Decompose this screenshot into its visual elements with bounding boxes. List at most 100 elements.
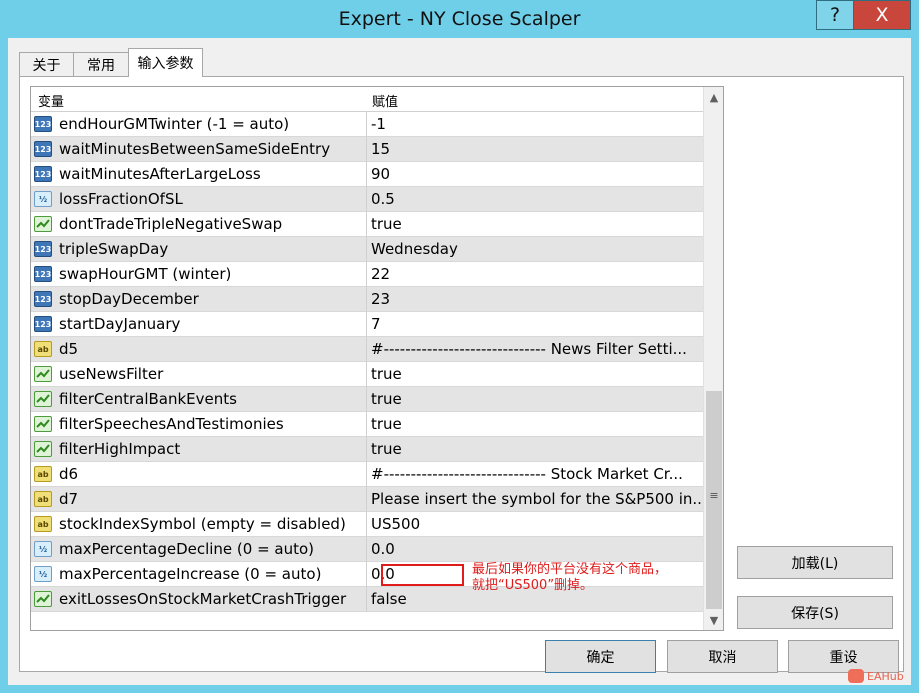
- close-button[interactable]: X: [853, 0, 911, 30]
- column-divider: [366, 212, 367, 237]
- inputs-grid: 变量 赋值 123 endHourGMTwinter (-1 = auto) -1 1…: [30, 86, 724, 631]
- column-divider: [366, 237, 367, 262]
- column-divider: [366, 562, 367, 587]
- scrollbar-thumb[interactable]: ≡: [706, 391, 722, 609]
- column-header-value[interactable]: 赋值: [372, 91, 398, 110]
- param-name: startDayJanuary: [59, 315, 181, 333]
- column-divider: [366, 187, 367, 212]
- column-divider: [366, 262, 367, 287]
- annotation-line-1: 最后如果你的平台没有这个商品，: [472, 562, 668, 577]
- param-value[interactable]: 0.5: [371, 190, 701, 208]
- param-value[interactable]: Please insert the symbol for the S&P500 …: [371, 490, 701, 508]
- ok-button[interactable]: 确定: [545, 640, 656, 673]
- param-name: endHourGMTwinter (-1 = auto): [59, 115, 290, 133]
- param-value[interactable]: US500: [371, 515, 701, 533]
- integer-icon: 123: [34, 266, 52, 282]
- bool-icon: [34, 391, 52, 407]
- help-button[interactable]: ?: [816, 0, 854, 30]
- column-divider: [366, 587, 367, 612]
- param-row[interactable]: dontTradeTripleNegativeSwap true: [31, 212, 703, 237]
- column-divider: [366, 362, 367, 387]
- param-row[interactable]: ab d7 Please insert the symbol for the S&P…: [31, 487, 703, 512]
- param-row[interactable]: ½ lossFractionOfSL 0.5: [31, 187, 703, 212]
- param-value[interactable]: true: [371, 415, 701, 433]
- vertical-scrollbar[interactable]: ▲ ≡ ▼: [703, 87, 723, 630]
- param-row[interactable]: ab stockIndexSymbol (empty = disabled) US5…: [31, 512, 703, 537]
- bool-icon: [34, 366, 52, 382]
- param-name: exitLossesOnStockMarketCrashTrigger: [59, 590, 347, 608]
- param-row[interactable]: 123 endHourGMTwinter (-1 = auto) -1: [31, 112, 703, 137]
- param-row[interactable]: 123 stopDayDecember 23: [31, 287, 703, 312]
- grid-header: 变量 赋值: [31, 87, 703, 112]
- integer-icon: 123: [34, 241, 52, 257]
- param-value[interactable]: true: [371, 365, 701, 383]
- param-value[interactable]: #------------------------------ News Fil…: [371, 340, 701, 358]
- param-value[interactable]: 23: [371, 290, 701, 308]
- param-value[interactable]: 22: [371, 265, 701, 283]
- param-value[interactable]: 90: [371, 165, 701, 183]
- bool-icon: [34, 591, 52, 607]
- bool-icon: [34, 441, 52, 457]
- save-button[interactable]: 保存(S): [737, 596, 893, 629]
- title-bar[interactable]: Expert - NY Close Scalper ? X: [0, 0, 919, 38]
- param-value[interactable]: -1: [371, 115, 701, 133]
- column-divider: [366, 537, 367, 562]
- param-row[interactable]: useNewsFilter true: [31, 362, 703, 387]
- close-icon: X: [875, 4, 889, 26]
- param-value[interactable]: 15: [371, 140, 701, 158]
- cancel-button[interactable]: 取消: [667, 640, 778, 673]
- param-name: filterSpeechesAndTestimonies: [59, 415, 284, 433]
- column-divider: [366, 312, 367, 337]
- param-value[interactable]: true: [371, 440, 701, 458]
- param-name: dontTradeTripleNegativeSwap: [59, 215, 283, 233]
- param-value[interactable]: true: [371, 390, 701, 408]
- column-header-variable[interactable]: 变量: [38, 91, 64, 110]
- param-value[interactable]: Wednesday: [371, 240, 701, 258]
- column-divider: [366, 337, 367, 362]
- integer-icon: 123: [34, 291, 52, 307]
- scroll-down-arrow-icon[interactable]: ▼: [704, 610, 723, 630]
- scroll-up-arrow-icon[interactable]: ▲: [704, 87, 723, 107]
- param-value[interactable]: #------------------------------ Stock Ma…: [371, 465, 701, 483]
- param-value[interactable]: true: [371, 215, 701, 233]
- param-name: swapHourGMT (winter): [59, 265, 232, 283]
- column-divider: [366, 462, 367, 487]
- string-icon: ab: [34, 466, 52, 482]
- string-icon: ab: [34, 516, 52, 532]
- param-name: d5: [59, 340, 79, 358]
- eahub-logo-icon: [848, 669, 864, 683]
- param-name: maxPercentageDecline (0 = auto): [59, 540, 315, 558]
- column-divider: [366, 512, 367, 537]
- tab-common[interactable]: 常用: [73, 52, 129, 76]
- param-name: filterCentralBankEvents: [59, 390, 237, 408]
- param-row[interactable]: filterCentralBankEvents true: [31, 387, 703, 412]
- param-row[interactable]: 123 startDayJanuary 7: [31, 312, 703, 337]
- column-divider: [366, 412, 367, 437]
- load-button[interactable]: 加载(L): [737, 546, 893, 579]
- param-row[interactable]: filterSpeechesAndTestimonies true: [31, 412, 703, 437]
- param-row[interactable]: ½ maxPercentageDecline (0 = auto) 0.0: [31, 537, 703, 562]
- column-divider: [366, 112, 367, 137]
- param-row[interactable]: ab d5 #------------------------------ News…: [31, 337, 703, 362]
- tab-inputs[interactable]: 输入参数: [128, 48, 203, 77]
- column-divider: [366, 387, 367, 412]
- column-divider: [366, 137, 367, 162]
- param-row[interactable]: 123 waitMinutesBetweenSameSideEntry 15: [31, 137, 703, 162]
- double-icon: ½: [34, 566, 52, 582]
- tab-about[interactable]: 关于: [19, 52, 74, 76]
- param-row[interactable]: 123 tripleSwapDay Wednesday: [31, 237, 703, 262]
- eahub-watermark: EAHub: [848, 669, 904, 683]
- param-row[interactable]: ab d6 #------------------------------ Stoc…: [31, 462, 703, 487]
- integer-icon: 123: [34, 116, 52, 132]
- param-name: tripleSwapDay: [59, 240, 169, 258]
- param-row[interactable]: 123 swapHourGMT (winter) 22: [31, 262, 703, 287]
- param-row[interactable]: 123 waitMinutesAfterLargeLoss 90: [31, 162, 703, 187]
- annotation-line-2: 就把“US500”删掉。: [472, 578, 594, 593]
- param-value[interactable]: 0.0: [371, 540, 701, 558]
- param-name: d6: [59, 465, 79, 483]
- param-name: stopDayDecember: [59, 290, 199, 308]
- param-row[interactable]: filterHighImpact true: [31, 437, 703, 462]
- param-name: stockIndexSymbol (empty = disabled): [59, 515, 346, 533]
- column-divider: [366, 162, 367, 187]
- param-value[interactable]: 7: [371, 315, 701, 333]
